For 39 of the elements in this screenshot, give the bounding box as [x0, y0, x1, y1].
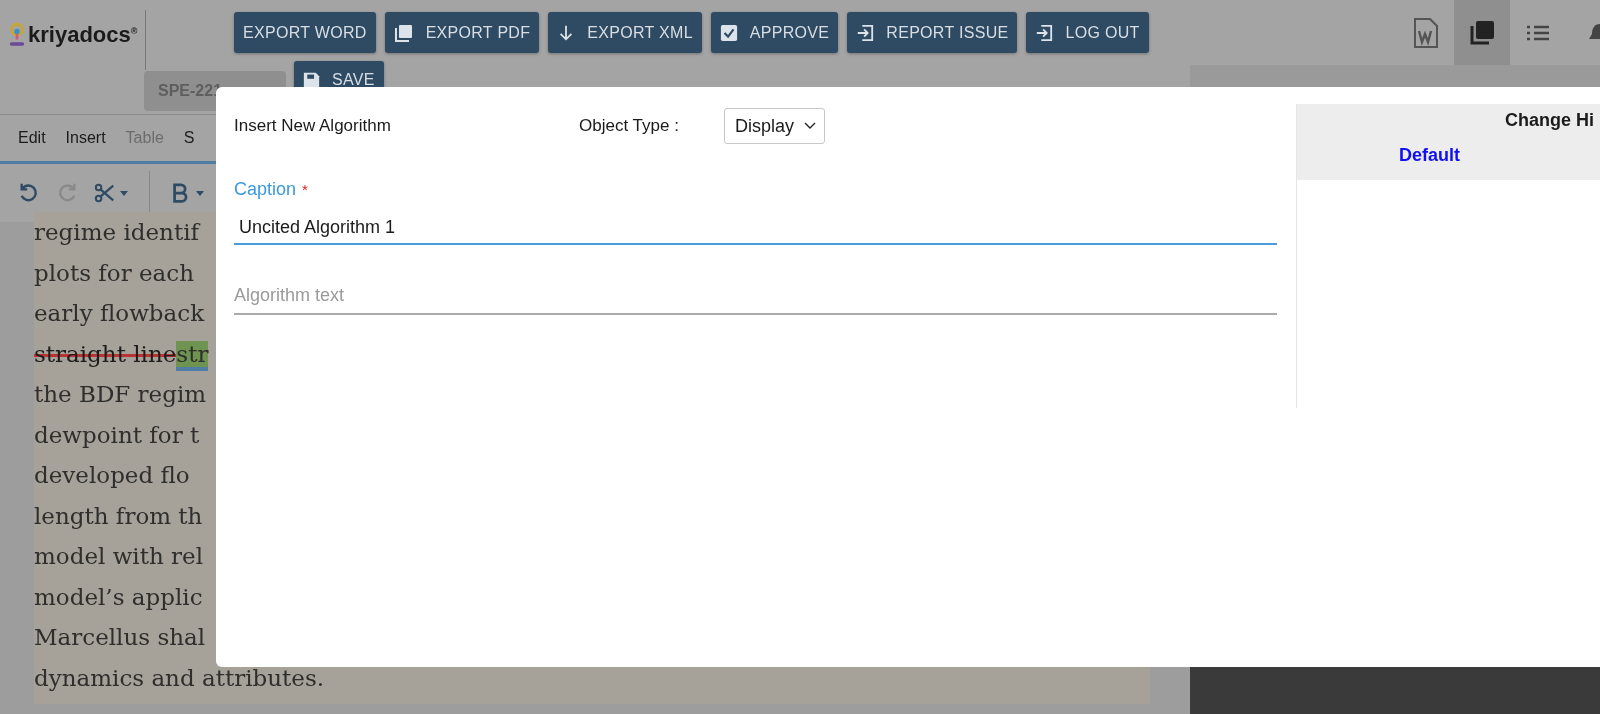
object-type-dropdown[interactable]: Display — [724, 108, 826, 144]
sidebar-tab[interactable] — [1454, 0, 1510, 65]
document-text-line: early flowback — [34, 299, 205, 328]
required-mark: * — [302, 181, 308, 198]
document-text-line: developed flo — [34, 461, 190, 490]
action-button[interactable]: REPORT ISSUE — [847, 12, 1018, 53]
document-text-line: dynamics and attributes. — [34, 663, 324, 693]
document-text-line: dewpoint for t — [34, 420, 200, 450]
chevron-down-icon — [804, 122, 817, 130]
action-button[interactable]: EXPORT XML — [548, 12, 702, 53]
menu-item[interactable]: Edit — [18, 129, 46, 147]
logo-text: kriyadocs$^{®}$ — [28, 22, 138, 48]
exit-icon — [1035, 23, 1054, 42]
document-text-line: model with rel — [34, 542, 204, 571]
word-document-icon — [1413, 17, 1439, 48]
pin-logo-icon — [8, 22, 26, 48]
document-text-line: Marcellus shal — [34, 623, 206, 652]
document-text-line: regime identif — [34, 218, 200, 247]
document-text-line: model’s applic — [34, 582, 203, 612]
action-button[interactable]: EXPORT WORD — [234, 12, 376, 53]
menu-item[interactable]: S — [183, 129, 195, 147]
menu-item[interactable]: Insert — [65, 129, 106, 147]
object-type-label: Object Type : — [579, 116, 680, 136]
scissors-icon[interactable] — [94, 182, 129, 204]
action-button[interactable]: EXPORT PDF — [384, 12, 540, 53]
caption-label: Caption — [234, 179, 297, 200]
checkbox-icon — [719, 23, 738, 42]
action-button[interactable]: LOG OUT — [1026, 12, 1149, 53]
bold-icon[interactable] — [170, 182, 205, 204]
exit-icon — [856, 23, 875, 42]
action-button[interactable]: APPROVE — [710, 12, 839, 53]
document-text-line: the BDF regim — [34, 380, 207, 409]
change-history-title: Change Hi — [1505, 110, 1594, 131]
default-link[interactable]: Default — [1399, 145, 1460, 166]
undo-icon[interactable] — [18, 182, 40, 204]
document-text-line: plots for each — [34, 258, 194, 288]
document-text-line: length from th — [34, 501, 203, 531]
caption-field[interactable]: Uncited Algorithm 1 — [234, 212, 1277, 245]
dialog-title: Insert New Algorithm — [234, 116, 392, 136]
